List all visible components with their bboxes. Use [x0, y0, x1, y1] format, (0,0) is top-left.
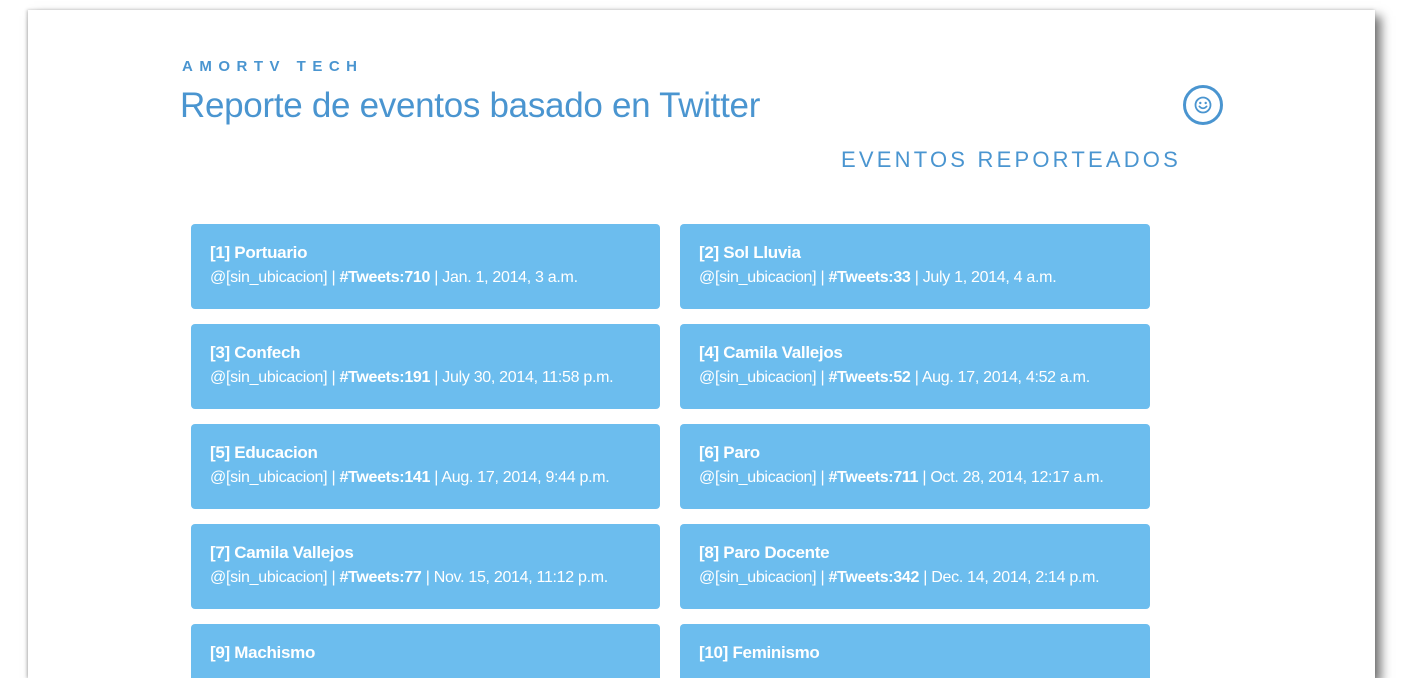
section-title: EVENTOS REPORTEADOS: [841, 147, 1181, 172]
separator: |: [327, 269, 340, 286]
event-date: Aug. 17, 2014, 9:44 p.m.: [441, 469, 610, 486]
separator: |: [327, 369, 340, 386]
separator: |: [919, 569, 932, 586]
event-tweet-count: #Tweets:77: [339, 569, 422, 586]
event-date: Aug. 17, 2014, 4:52 a.m.: [921, 369, 1090, 386]
event-location: @[sin_ubicacion]: [699, 269, 817, 286]
user-menu-button[interactable]: [1183, 85, 1223, 125]
page-frame: AMORTV TECH Reporte de eventos basado en…: [28, 10, 1375, 678]
separator: |: [430, 469, 442, 486]
event-title: [10] Feminismo: [699, 643, 820, 662]
event-date: July 1, 2014, 4 a.m.: [922, 269, 1057, 286]
event-title: [2] Sol Lluvia: [699, 243, 801, 262]
event-meta: @[sin_ubicacion] | #Tweets:191 | July 30…: [210, 367, 660, 389]
event-title: [3] Confech: [210, 343, 301, 362]
event-location: @[sin_ubicacion]: [210, 469, 328, 486]
separator: |: [816, 269, 829, 286]
event-tweet-count: #Tweets:141: [339, 469, 431, 486]
event-card[interactable]: [8] Paro Docente @[sin_ubicacion] | #Twe…: [680, 524, 1150, 609]
event-title: [4] Camila Vallejos: [699, 343, 843, 362]
event-tweet-count: #Tweets:33: [828, 269, 911, 286]
event-card[interactable]: [4] Camila Vallejos @[sin_ubicacion] | #…: [680, 324, 1150, 409]
event-title: [5] Educacion: [210, 443, 318, 462]
page-title: Reporte de eventos basado en Twitter: [180, 86, 761, 125]
event-tweet-count: #Tweets:711: [828, 469, 919, 486]
event-location: @[sin_ubicacion]: [210, 369, 328, 386]
event-tweet-count: #Tweets:710: [339, 269, 431, 286]
event-date: July 30, 2014, 11:58 p.m.: [442, 369, 614, 386]
event-title: [1] Portuario: [210, 243, 308, 262]
separator: |: [421, 569, 434, 586]
event-meta: @[sin_ubicacion] | #Tweets:52 | Aug. 17,…: [699, 367, 1150, 389]
event-card[interactable]: [9] Machismo: [191, 624, 660, 678]
event-location: @[sin_ubicacion]: [699, 469, 817, 486]
separator: |: [327, 569, 340, 586]
event-location: @[sin_ubicacion]: [210, 569, 328, 586]
event-meta: @[sin_ubicacion] | #Tweets:342 | Dec. 14…: [699, 567, 1150, 589]
separator: |: [918, 469, 931, 486]
event-card[interactable]: [10] Feminismo: [680, 624, 1150, 678]
event-meta: @[sin_ubicacion] | #Tweets:710 | Jan. 1,…: [210, 267, 660, 289]
event-title: [6] Paro: [699, 443, 760, 462]
event-tweet-count: #Tweets:52: [828, 369, 911, 386]
event-date: Dec. 14, 2014, 2:14 p.m.: [931, 569, 1100, 586]
smiley-icon: [1194, 96, 1212, 114]
separator: |: [816, 369, 829, 386]
event-meta: @[sin_ubicacion] | #Tweets:141 | Aug. 17…: [210, 467, 660, 489]
event-location: @[sin_ubicacion]: [210, 269, 328, 286]
separator: |: [910, 369, 922, 386]
event-meta: @[sin_ubicacion] | #Tweets:77 | Nov. 15,…: [210, 567, 660, 589]
separator: |: [816, 569, 829, 586]
event-card[interactable]: [6] Paro @[sin_ubicacion] | #Tweets:711 …: [680, 424, 1150, 509]
event-meta: @[sin_ubicacion] | #Tweets:33 | July 1, …: [699, 267, 1150, 289]
event-title: [9] Machismo: [210, 643, 316, 662]
brand-label: AMORTV TECH: [182, 58, 364, 75]
separator: |: [327, 469, 340, 486]
separator: |: [430, 269, 443, 286]
event-title: [7] Camila Vallejos: [210, 543, 354, 562]
event-date: Jan. 1, 2014, 3 a.m.: [442, 269, 578, 286]
event-meta: @[sin_ubicacion] | #Tweets:711 | Oct. 28…: [699, 467, 1150, 489]
event-location: @[sin_ubicacion]: [699, 569, 817, 586]
event-card[interactable]: [2] Sol Lluvia @[sin_ubicacion] | #Tweet…: [680, 224, 1150, 309]
event-card[interactable]: [1] Portuario @[sin_ubicacion] | #Tweets…: [191, 224, 660, 309]
event-tweet-count: #Tweets:191: [339, 369, 431, 386]
event-date: Oct. 28, 2014, 12:17 a.m.: [930, 469, 1104, 486]
separator: |: [430, 369, 443, 386]
separator: |: [816, 469, 829, 486]
event-card[interactable]: [5] Educacion @[sin_ubicacion] | #Tweets…: [191, 424, 660, 509]
event-date: Nov. 15, 2014, 11:12 p.m.: [433, 569, 609, 586]
separator: |: [910, 269, 923, 286]
event-card[interactable]: [3] Confech @[sin_ubicacion] | #Tweets:1…: [191, 324, 660, 409]
events-grid: [1] Portuario @[sin_ubicacion] | #Tweets…: [191, 224, 1151, 678]
event-tweet-count: #Tweets:342: [828, 569, 920, 586]
event-location: @[sin_ubicacion]: [699, 369, 817, 386]
event-card[interactable]: [7] Camila Vallejos @[sin_ubicacion] | #…: [191, 524, 660, 609]
event-title: [8] Paro Docente: [699, 543, 830, 562]
